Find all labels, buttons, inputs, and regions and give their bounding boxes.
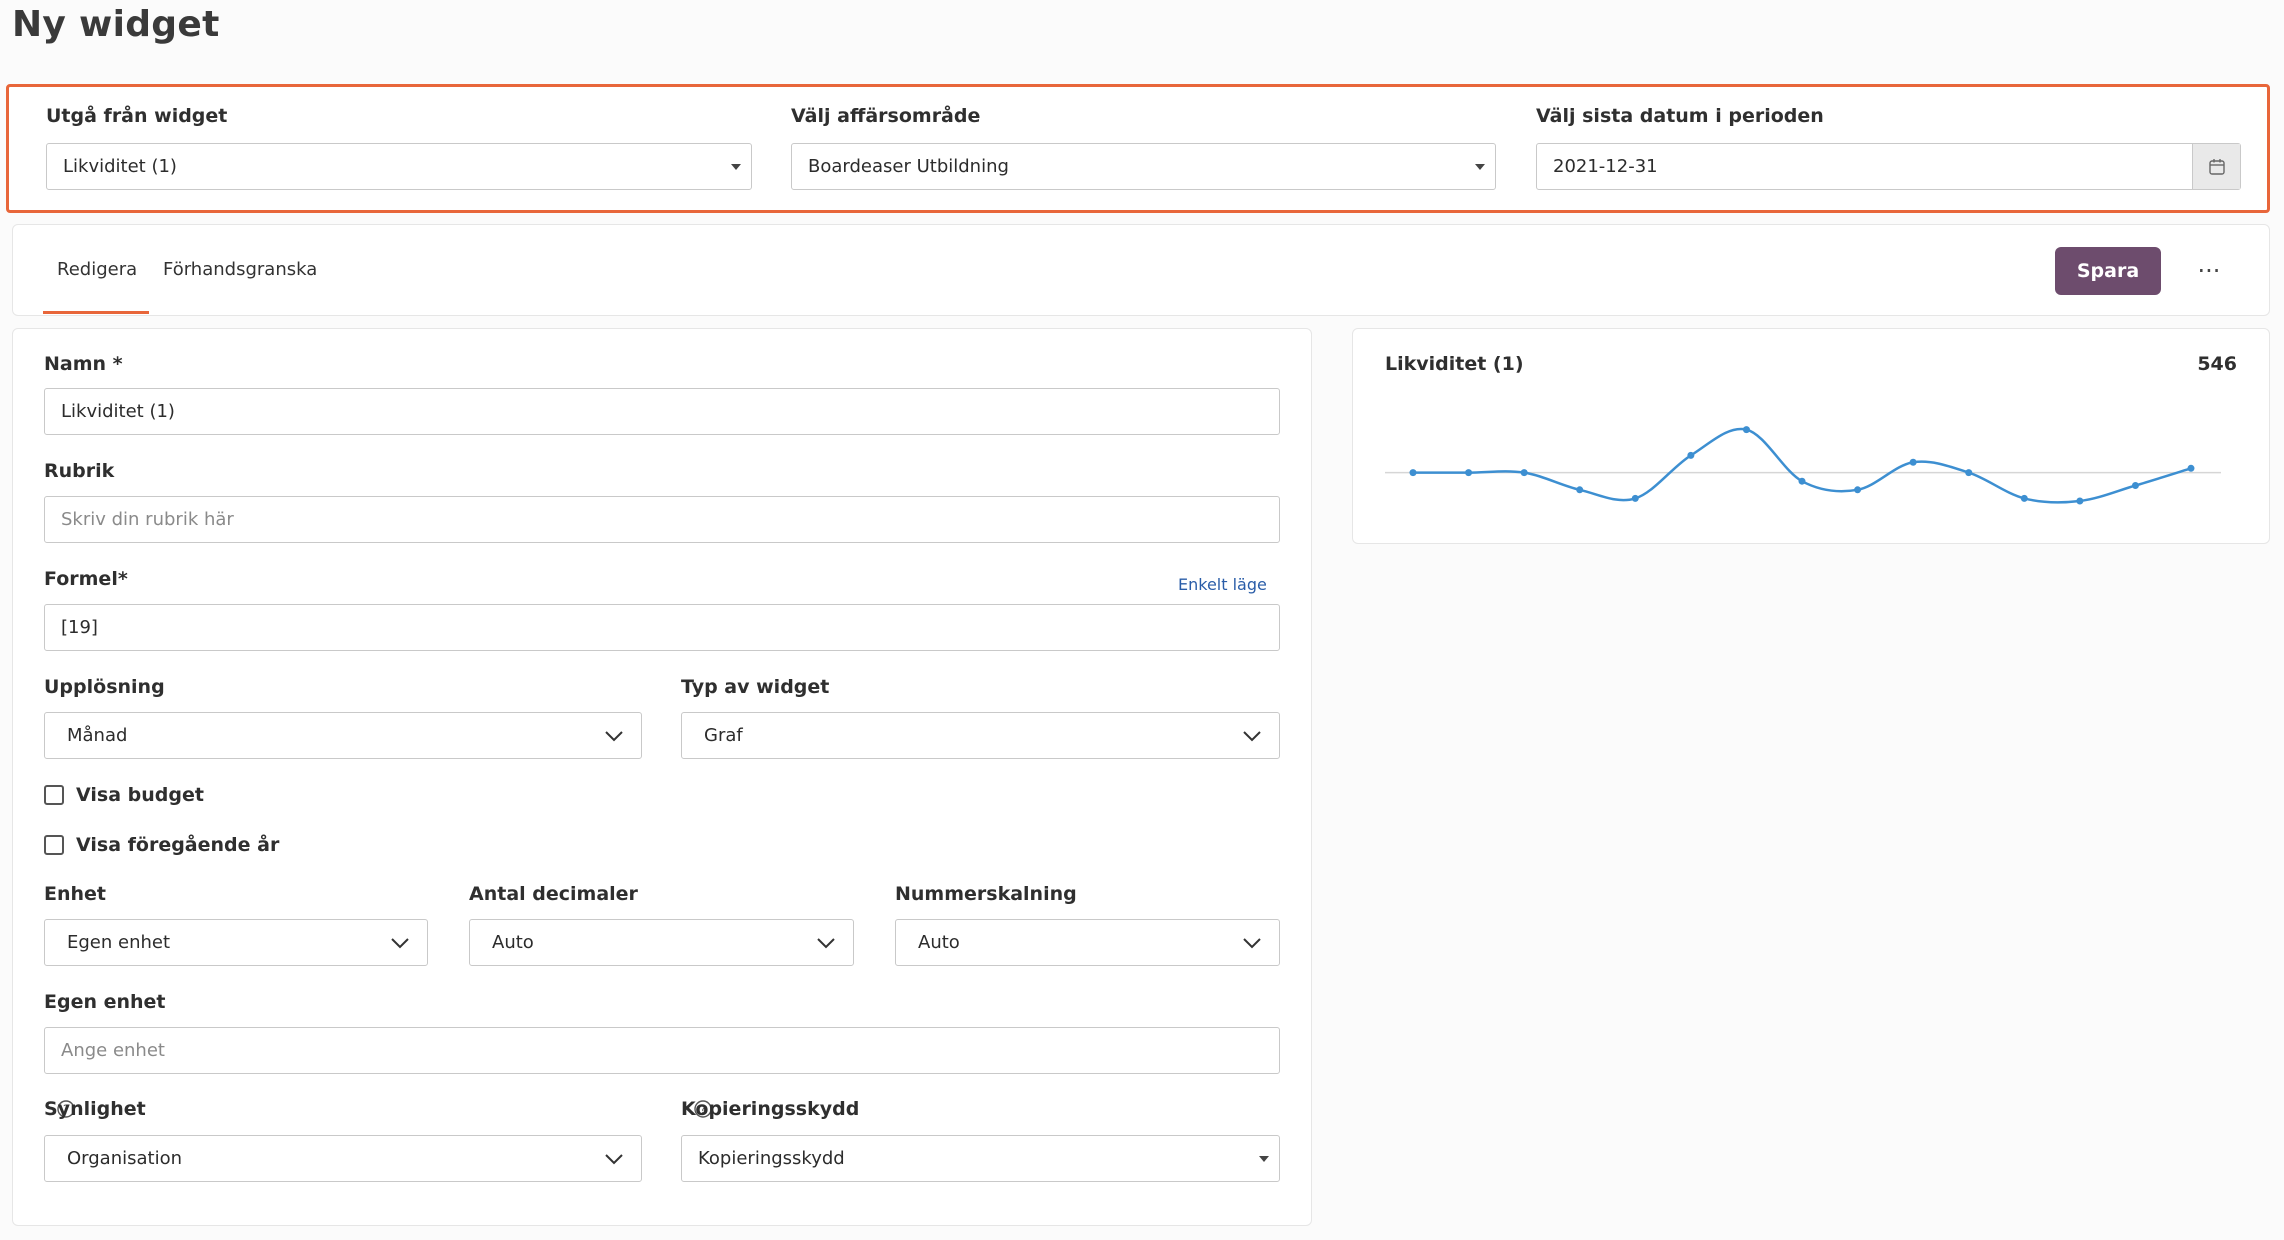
decimals-select[interactable]: Auto xyxy=(469,919,854,966)
widget-form: Namn * Likviditet (1) Rubrik Skriv din r… xyxy=(12,328,1312,1226)
visibility-value: Organisation xyxy=(67,1148,183,1169)
data-point[interactable] xyxy=(2131,482,2139,489)
active-tab-indicator xyxy=(43,311,149,314)
simple-mode-link[interactable]: Enkelt läge xyxy=(1178,575,1267,594)
show-budget-checkbox[interactable] xyxy=(44,785,64,805)
decimals-label: Antal decimaler xyxy=(469,883,638,905)
base-widget-group: Utgå från widget xyxy=(46,105,227,127)
unit-select[interactable]: Egen enhet xyxy=(44,919,428,966)
widget-type-select[interactable]: Graf xyxy=(681,712,1280,759)
data-point[interactable] xyxy=(1576,486,1584,494)
resolution-value: Månad xyxy=(67,725,128,746)
show-prev-year-checkbox[interactable] xyxy=(44,835,64,855)
visibility-label-group: Synlighet ? xyxy=(44,1098,146,1120)
caret-down-icon xyxy=(1259,1155,1269,1162)
number-scaling-select[interactable]: Auto xyxy=(895,919,1280,966)
decimals-value: Auto xyxy=(492,932,534,953)
copy-protection-select[interactable]: Kopieringsskydd xyxy=(681,1135,1280,1182)
base-widget-select[interactable]: Likviditet (1) xyxy=(46,143,752,190)
custom-unit-label: Egen enhet xyxy=(44,991,166,1013)
custom-unit-placeholder: Ange enhet xyxy=(61,1040,165,1061)
page-title: Ny widget xyxy=(12,4,220,45)
visibility-select[interactable]: Organisation xyxy=(44,1135,642,1182)
data-point[interactable] xyxy=(1409,469,1417,477)
period-end-label: Välj sista datum i perioden xyxy=(1536,105,1824,127)
data-point[interactable] xyxy=(1465,469,1473,477)
data-point[interactable] xyxy=(2187,464,2195,472)
data-point[interactable] xyxy=(2020,494,2028,502)
business-area-select[interactable]: Boardeaser Utbildning xyxy=(791,143,1496,190)
copy-protection-label: Kopieringsskydd xyxy=(681,1098,860,1120)
data-point[interactable] xyxy=(1965,469,1973,477)
data-point[interactable] xyxy=(2076,497,2084,505)
heading-label: Rubrik xyxy=(44,460,115,482)
data-point[interactable] xyxy=(1742,426,1750,434)
chevron-down-icon xyxy=(1243,730,1261,741)
resolution-select[interactable]: Månad xyxy=(44,712,642,759)
widget-preview-card: Likviditet (1) 546 xyxy=(1352,328,2270,544)
name-label: Namn * xyxy=(44,353,123,375)
tab-edit[interactable]: Redigera xyxy=(57,259,137,280)
heading-placeholder: Skriv din rubrik här xyxy=(61,509,234,530)
show-budget-label: Visa budget xyxy=(76,784,204,806)
period-end-date-input[interactable]: 2021-12-31 xyxy=(1536,143,2241,190)
data-point[interactable] xyxy=(1854,486,1862,494)
page: Ny widget Utgå från widget Likviditet (1… xyxy=(0,0,2284,1240)
business-area-value: Boardeaser Utbildning xyxy=(808,156,1009,177)
tabs-bar: Redigera Förhandsgranska Spara ··· xyxy=(12,224,2270,316)
data-point[interactable] xyxy=(1687,451,1695,459)
series-line xyxy=(1413,427,2192,504)
copy-protection-label-group: Kopieringsskydd ? xyxy=(681,1098,859,1120)
data-point[interactable] xyxy=(1909,458,1917,466)
filter-panel: Utgå från widget Likviditet (1) Välj aff… xyxy=(6,84,2270,213)
heading-input[interactable]: Skriv din rubrik här xyxy=(44,496,1280,543)
show-budget-row: Visa budget xyxy=(44,784,204,806)
caret-down-icon xyxy=(731,163,741,170)
copy-protection-value: Kopieringsskydd xyxy=(698,1148,845,1169)
widget-type-value: Graf xyxy=(704,725,743,746)
formula-input[interactable]: [19] xyxy=(44,604,1280,651)
number-scaling-value: Auto xyxy=(918,932,960,953)
chevron-down-icon xyxy=(605,730,623,741)
chevron-down-icon xyxy=(391,937,409,948)
visibility-label: Synlighet xyxy=(44,1098,146,1120)
name-input[interactable]: Likviditet (1) xyxy=(44,388,1280,435)
chevron-down-icon xyxy=(605,1153,623,1164)
custom-unit-input[interactable]: Ange enhet xyxy=(44,1027,1280,1074)
formula-value: [19] xyxy=(61,617,98,638)
base-widget-value: Likviditet (1) xyxy=(63,156,177,177)
unit-value: Egen enhet xyxy=(67,932,171,953)
data-point[interactable] xyxy=(1798,477,1806,485)
data-point[interactable] xyxy=(1520,469,1528,477)
business-area-label: Välj affärsområde xyxy=(791,105,981,127)
period-end-group: Välj sista datum i perioden xyxy=(1536,105,1824,127)
period-end-value: 2021-12-31 xyxy=(1553,156,1658,177)
show-prev-year-label: Visa föregående år xyxy=(76,834,280,856)
resolution-label: Upplösning xyxy=(44,676,165,698)
show-prev-year-row: Visa föregående år xyxy=(44,834,279,856)
save-button[interactable]: Spara xyxy=(2055,247,2161,295)
unit-label: Enhet xyxy=(44,883,107,905)
calendar-icon xyxy=(2208,158,2225,175)
calendar-button[interactable] xyxy=(2192,144,2240,189)
base-widget-label: Utgå från widget xyxy=(46,105,228,127)
data-point[interactable] xyxy=(1631,494,1639,502)
business-area-group: Välj affärsområde xyxy=(791,105,980,127)
formula-label: Formel* xyxy=(44,568,128,590)
chevron-down-icon xyxy=(1243,937,1261,948)
caret-down-icon xyxy=(1475,163,1485,170)
line-chart xyxy=(1385,426,2221,505)
name-value: Likviditet (1) xyxy=(61,401,175,422)
chevron-down-icon xyxy=(817,937,835,948)
more-options-button[interactable]: ··· xyxy=(2189,251,2229,291)
number-scaling-label: Nummerskalning xyxy=(895,883,1077,905)
tab-preview[interactable]: Förhandsgranska xyxy=(163,259,317,280)
widget-type-label: Typ av widget xyxy=(681,676,830,698)
